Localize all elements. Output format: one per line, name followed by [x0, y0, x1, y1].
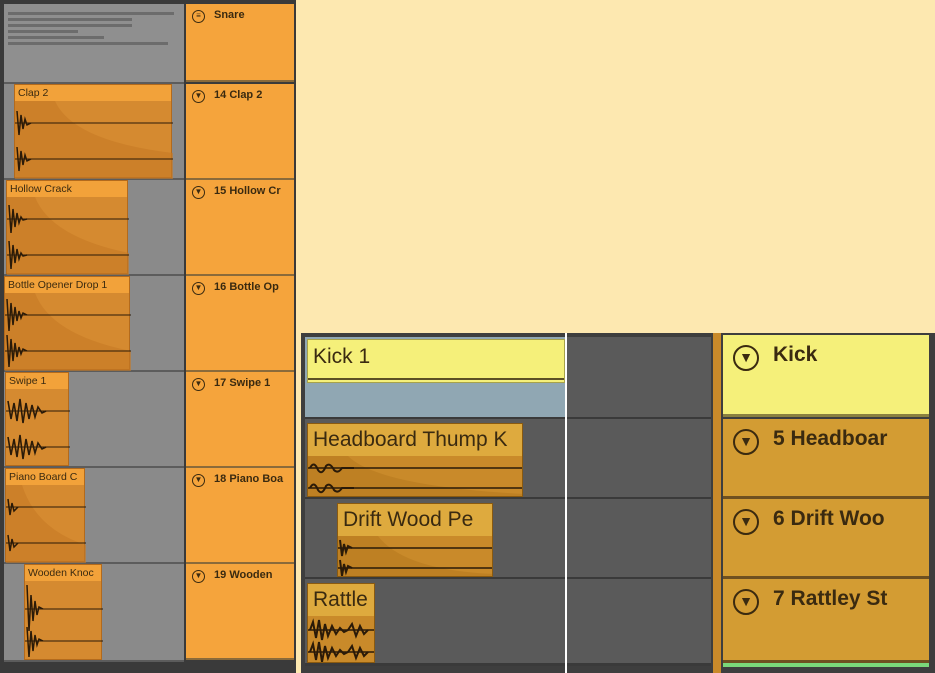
group-overview-line [8, 36, 104, 39]
audio-clip[interactable]: Swipe 1 [5, 372, 70, 466]
clip-waveform [5, 293, 131, 371]
track-lane-snare[interactable] [4, 4, 184, 84]
fold-arrow-icon[interactable]: ▼ [192, 378, 205, 391]
audio-clip[interactable]: Hollow Crack [6, 180, 129, 275]
fold-arrow-icon[interactable]: ▼ [192, 282, 205, 295]
track-header[interactable]: ▼ 17 Swipe 1 [186, 372, 294, 468]
audio-clip[interactable]: Rattle [307, 583, 375, 663]
clip-waveform [6, 485, 86, 563]
track-name: 5 Headboar [773, 427, 888, 450]
track-header[interactable]: ▼ 7 Rattley St [723, 579, 929, 663]
track-lane[interactable]: Clap 2 [4, 84, 184, 180]
track-header-kick[interactable]: ▼ Kick [723, 335, 929, 417]
group-overview-line [8, 12, 174, 15]
clip-title: Clap 2 [15, 85, 171, 101]
fold-arrow-icon[interactable]: ▼ [733, 589, 759, 615]
clip-title: Wooden Knoc [25, 565, 101, 581]
fold-arrow-icon[interactable]: ▼ [733, 345, 759, 371]
track-lane-kick[interactable]: Kick 1 [305, 337, 711, 420]
track-name: Snare [214, 9, 245, 21]
clip-title: Rattle [308, 584, 374, 616]
track-lane[interactable]: Swipe 1 [4, 372, 184, 468]
group-overview-line [8, 42, 168, 45]
track-name: 17 Swipe 1 [214, 377, 271, 389]
clip-waveform [338, 536, 492, 576]
track-name: 6 Drift Woo [773, 507, 885, 530]
clip-title: Hollow Crack [7, 181, 127, 197]
track-lane[interactable]: Rattle [305, 579, 711, 666]
track-name: 15 Hollow Cr [214, 185, 281, 197]
track-header[interactable]: ▼ 5 Headboar [723, 419, 929, 499]
audio-clip[interactable]: Clap 2 [14, 84, 173, 179]
track-header[interactable]: ▼ 19 Wooden [186, 564, 294, 660]
clip-title: Bottle Opener Drop 1 [5, 277, 129, 293]
next-track-color-strip [723, 663, 929, 667]
arrangement-view-large: Kick 1 ▼ Kick Headboard Thump K ▼ 5 Head… [301, 333, 935, 673]
clip-waveform [308, 378, 564, 380]
playhead-line[interactable] [565, 333, 567, 673]
clip-title: Headboard Thump K [308, 424, 522, 456]
track-header[interactable]: ▼ 14 Clap 2 [186, 84, 294, 180]
track-header[interactable]: ▼ 6 Drift Woo [723, 499, 929, 579]
audio-clip[interactable]: Drift Wood Pe [337, 503, 493, 577]
track-lane[interactable]: Bottle Opener Drop 1 [4, 276, 184, 372]
fold-arrow-icon[interactable]: ▼ [192, 474, 205, 487]
track-name: 7 Rattley St [773, 587, 888, 610]
audio-clip[interactable]: Bottle Opener Drop 1 [4, 276, 131, 371]
arrangement-view-small: ≡ Snare Clap 2 ▼ 14 Clap 2 Hollow Crack [0, 0, 296, 673]
clip-waveform [308, 456, 522, 496]
clip-waveform [7, 197, 129, 275]
track-lane[interactable]: Wooden Knoc [4, 564, 184, 662]
clip-title: Piano Board C [6, 469, 84, 485]
fold-arrow-icon[interactable]: ▼ [733, 509, 759, 535]
clip-title: Drift Wood Pe [338, 504, 492, 536]
track-header[interactable]: ▼ 15 Hollow Cr [186, 180, 294, 276]
track-header-divider[interactable] [713, 333, 721, 673]
group-overview-line [8, 30, 78, 33]
audio-clip[interactable]: Headboard Thump K [307, 423, 523, 497]
track-header[interactable]: ▼ 16 Bottle Op [186, 276, 294, 372]
audio-clip[interactable]: Wooden Knoc [24, 564, 103, 660]
group-overview-line [8, 24, 132, 27]
clip-title: Kick 1 [308, 340, 564, 374]
fold-arrow-icon[interactable]: ▼ [192, 570, 205, 583]
fold-arrow-icon[interactable]: ▼ [192, 90, 205, 103]
track-lane[interactable]: Headboard Thump K [305, 419, 711, 500]
track-name: 14 Clap 2 [214, 89, 263, 101]
track-name: Kick [773, 343, 818, 366]
group-overview-line [8, 18, 132, 21]
track-header-snare[interactable]: ≡ Snare [186, 4, 294, 82]
fold-arrow-icon[interactable]: ▼ [192, 186, 205, 199]
clip-title: Swipe 1 [6, 373, 68, 389]
track-name: 19 Wooden [214, 569, 273, 581]
audio-clip[interactable]: Kick 1 [307, 339, 565, 383]
group-fold-icon[interactable]: ≡ [192, 10, 205, 23]
clip-waveform [308, 618, 374, 662]
track-lane[interactable]: Drift Wood Pe [305, 499, 711, 580]
clip-waveform [6, 398, 70, 460]
clip-waveform [25, 584, 103, 658]
track-lane[interactable]: Hollow Crack [4, 180, 184, 276]
track-name: 16 Bottle Op [214, 281, 279, 293]
audio-clip[interactable]: Piano Board C [5, 468, 86, 563]
fold-arrow-icon[interactable]: ▼ [733, 429, 759, 455]
clip-waveform [15, 101, 173, 179]
track-header[interactable]: ▼ 18 Piano Boa [186, 468, 294, 564]
track-lane[interactable]: Piano Board C [4, 468, 184, 564]
track-name: 18 Piano Boa [214, 473, 284, 485]
